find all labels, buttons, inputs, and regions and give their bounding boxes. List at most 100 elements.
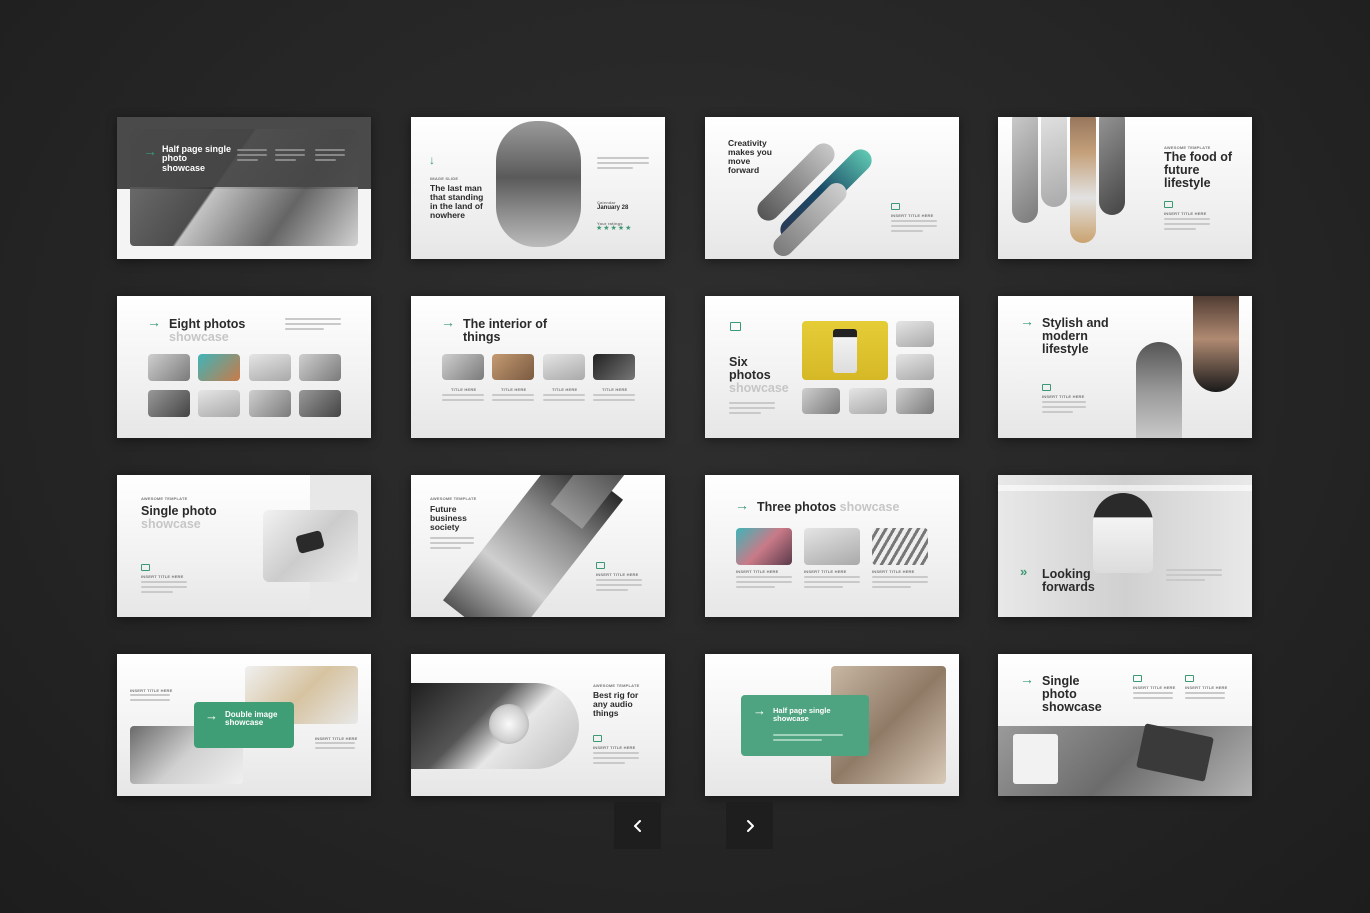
insert-title: INSERT TITLE HERE [130,688,173,693]
column-title: INSERT TITLE HERE [736,569,779,574]
slide-title: Stylish and modern lifestyle [1042,316,1109,357]
slide-thumbnail[interactable]: → Single photo showcase INSERT TITLE HER… [998,654,1252,796]
camera-icon [1042,384,1051,391]
camera-icon [730,322,741,331]
chevron-right-icon [746,819,754,832]
slide-thumbnail[interactable]: » Looking forwards [998,475,1252,617]
slide-title: Best rig for any audio things [593,690,639,718]
insert-title: INSERT TITLE HERE [1164,211,1207,216]
slide-title: The food of future lifestyle [1164,150,1233,191]
rating-stars: ★★★★★ [596,225,633,232]
slide-title-muted: showcase [169,330,229,345]
insert-title: INSERT TITLE HERE [1133,685,1176,690]
slide-thumbnail[interactable]: → Half page single showcase [705,654,959,796]
photo-tile [492,354,534,380]
slide-thumbnail[interactable]: INSERT TITLE HERE → Double image showcas… [117,654,371,796]
arrow-right-icon: → [1020,313,1034,329]
slide-thumbnail[interactable]: AWESOME TEMPLATE Future business society… [411,475,665,617]
camera-icon [593,735,602,742]
date-value: January 28 [597,205,629,211]
arrow-right-icon: → [441,314,455,330]
insert-title: INSERT TITLE HERE [1185,685,1228,690]
slide-title: Six photos showcase [729,355,789,396]
slide-kicker: AWESOME TEMPLATE [430,496,477,501]
slide-thumbnail[interactable]: Creativity makes you move forward INSERT… [705,117,959,259]
photo-tile [442,354,484,380]
slide-title: Single photo showcase [1042,674,1102,715]
insert-title: INSERT TITLE HERE [593,745,636,750]
slide-thumbnail[interactable]: ↓ IMAGE SLIDE The last man that standing… [411,117,665,259]
photo-tile [249,354,291,381]
column-title: INSERT TITLE HERE [872,569,915,574]
photo-tile [593,354,635,380]
slide-title: Half page single photo showcase [162,144,232,173]
camera-icon [1133,675,1142,682]
camera-icon [596,562,605,569]
slide-title-main: Three photos [757,500,837,514]
slide-thumbnail[interactable]: → Stylish and modern lifestyle INSERT TI… [998,296,1252,438]
photo-tile [802,388,840,414]
column-title: TITLE HERE [451,387,477,392]
food-strip [1012,117,1038,223]
photo-tile [299,354,341,381]
slide-title: Double image showcase [225,710,278,728]
insert-title: INSERT TITLE HERE [1042,394,1085,399]
insert-title: INSERT TITLE HERE [596,572,639,577]
photo-tile [148,354,190,381]
photo-tile [198,354,240,381]
slide-title: The last man that standing in the land o… [430,183,484,220]
slide-title: Half page single showcase [773,706,831,723]
woman-photo [1093,493,1153,573]
arrow-right-icon: → [1020,671,1034,687]
insert-title: INSERT TITLE HERE [141,574,184,579]
slide-title: Future business society [430,504,467,532]
arrow-right-icon: → [147,314,161,330]
slide-thumbnail[interactable]: AWESOME TEMPLATE Best rig for any audio … [411,654,665,796]
camera-icon [141,564,150,571]
slide-kicker: AWESOME TEMPLATE [141,496,188,501]
insert-title: INSERT TITLE HERE [891,213,934,218]
arrow-right-icon: → [735,497,749,513]
camera-icon [1185,675,1194,682]
food-strip [1041,117,1067,207]
next-button[interactable] [726,802,773,849]
photo-tile [198,390,240,417]
slide-thumbnail[interactable]: → Half page single photo showcase [117,117,371,259]
slide-thumbnail[interactable]: → The interior of things TITLE HERE TITL… [411,296,665,438]
slide-thumbnail[interactable]: → Eight photos showcase [117,296,371,438]
slide-title-muted: showcase [729,381,789,396]
double-arrow-icon: » [1020,564,1028,579]
slide-title: Eight photos showcase [169,317,279,345]
camera-icon [891,203,900,210]
slide-thumbnail[interactable]: → Three photos showcase INSERT TITLE HER… [705,475,959,617]
slide-title: Looking forwards [1042,567,1095,595]
column-title: TITLE HERE [602,387,628,392]
photo-tile [896,354,934,380]
arrow-right-icon: → [143,143,157,159]
photo-tile [849,388,887,414]
food-strip [1099,117,1125,215]
slide-kicker: AWESOME TEMPLATE [593,683,640,688]
slide-grid: → Half page single photo showcase ↓ IMAG… [0,0,1370,913]
photo-tile [872,528,928,565]
column-title: INSERT TITLE HERE [804,569,847,574]
previous-button[interactable] [614,802,661,849]
photo-tile [804,528,860,565]
woman-photo [1193,296,1239,392]
slide-title: Creativity makes you move forward [728,138,772,175]
photo-tile [896,388,934,414]
photo-tile [299,390,341,417]
slide-thumbnail[interactable]: AWESOME TEMPLATE Single photo showcase I… [117,475,371,617]
chevron-left-icon [633,819,641,832]
food-strip [1070,117,1096,243]
slide-title: Single photo showcase [141,504,221,531]
photo-tile [543,354,585,380]
photo-tile [736,528,792,565]
arrow-right-icon: → [753,703,766,718]
slide-thumbnail[interactable]: Six photos showcase [705,296,959,438]
slide-title-main: Eight photos [169,317,246,331]
slide-title-main: Single photo [141,504,217,518]
photo-tile [896,321,934,347]
slide-kicker: IMAGE SLIDE [430,176,459,181]
slide-thumbnail[interactable]: AWESOME TEMPLATE The food of future life… [998,117,1252,259]
